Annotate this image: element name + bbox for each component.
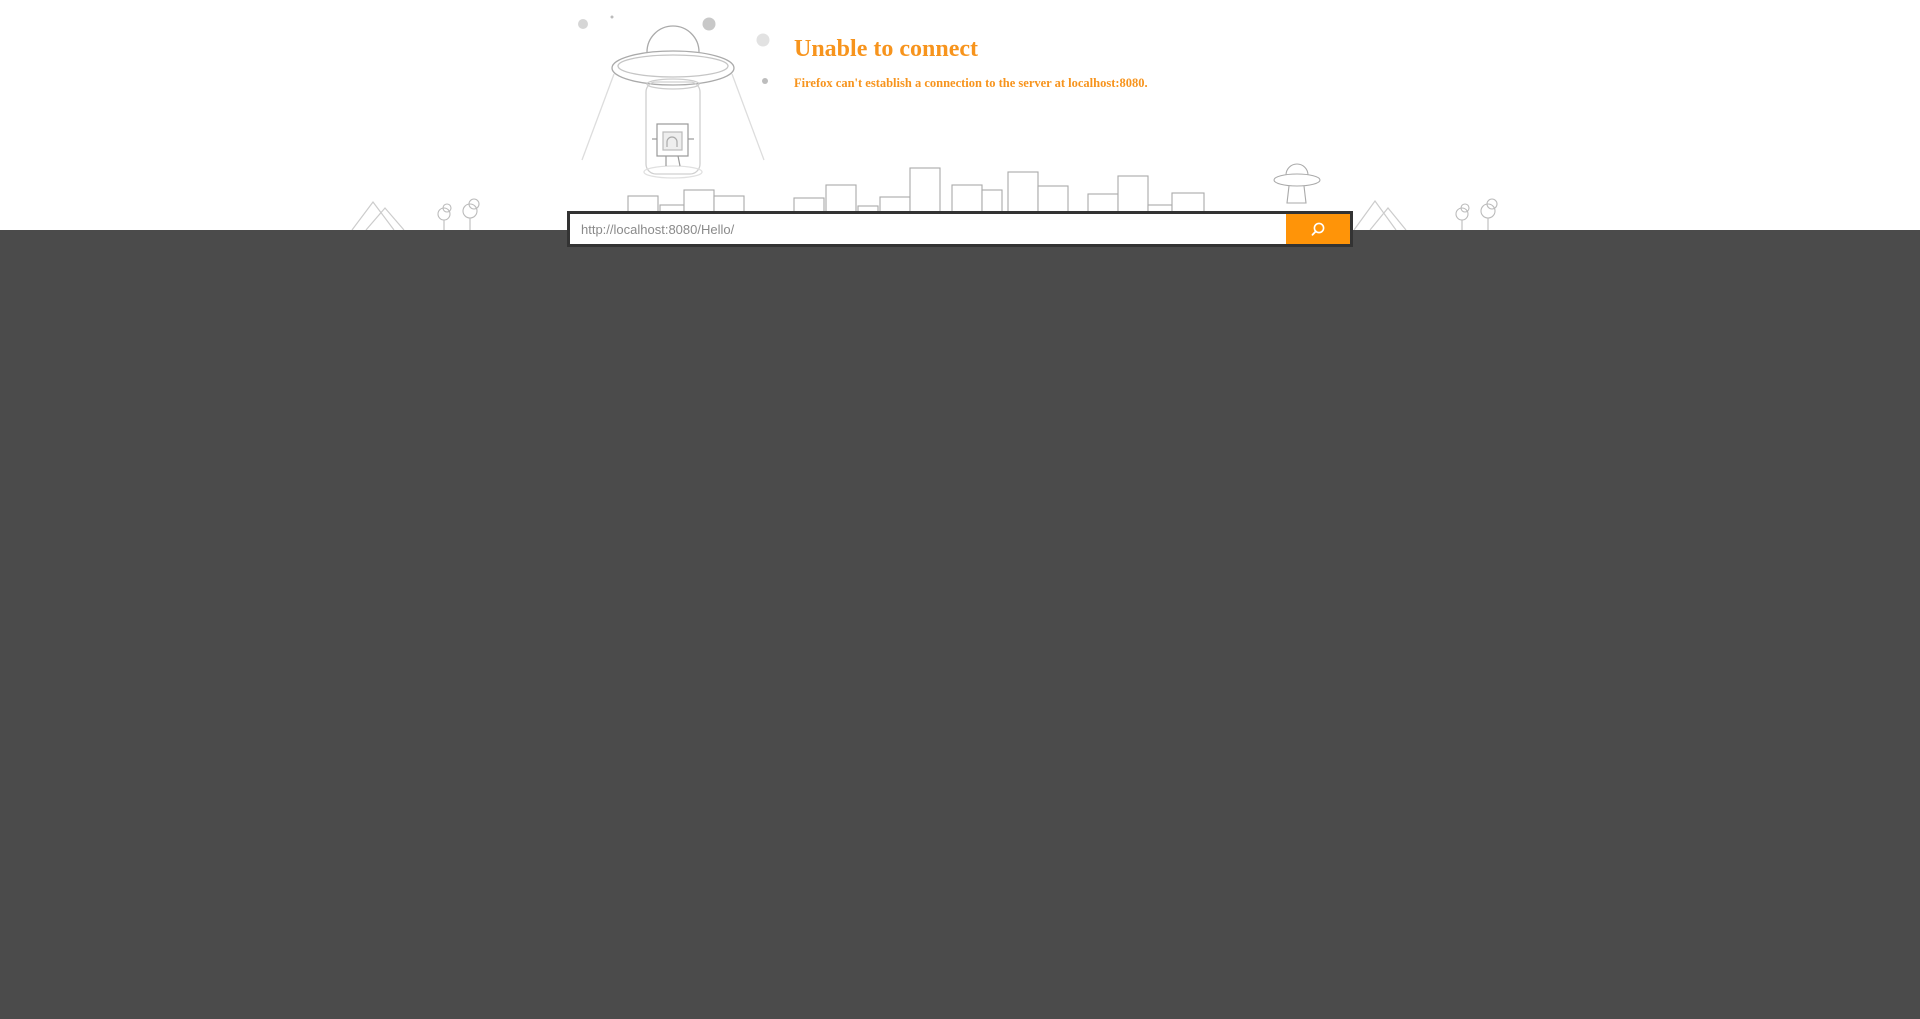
mountains-left-icon xyxy=(351,201,405,230)
error-description: Firefox can't establish a connection to … xyxy=(794,76,1148,90)
mountains-right-icon xyxy=(1353,199,1407,230)
go-button[interactable] xyxy=(1286,214,1350,244)
trees-left-icon xyxy=(437,198,480,230)
trees-right-icon xyxy=(1455,198,1498,230)
url-input[interactable] xyxy=(570,214,1286,244)
url-bar xyxy=(567,211,1353,247)
small-ufo-icon xyxy=(1273,163,1321,204)
robot-icon xyxy=(652,123,694,167)
error-title: Unable to connect xyxy=(794,36,978,62)
ufo-city-illustration xyxy=(351,15,1498,230)
search-icon xyxy=(1311,222,1325,236)
